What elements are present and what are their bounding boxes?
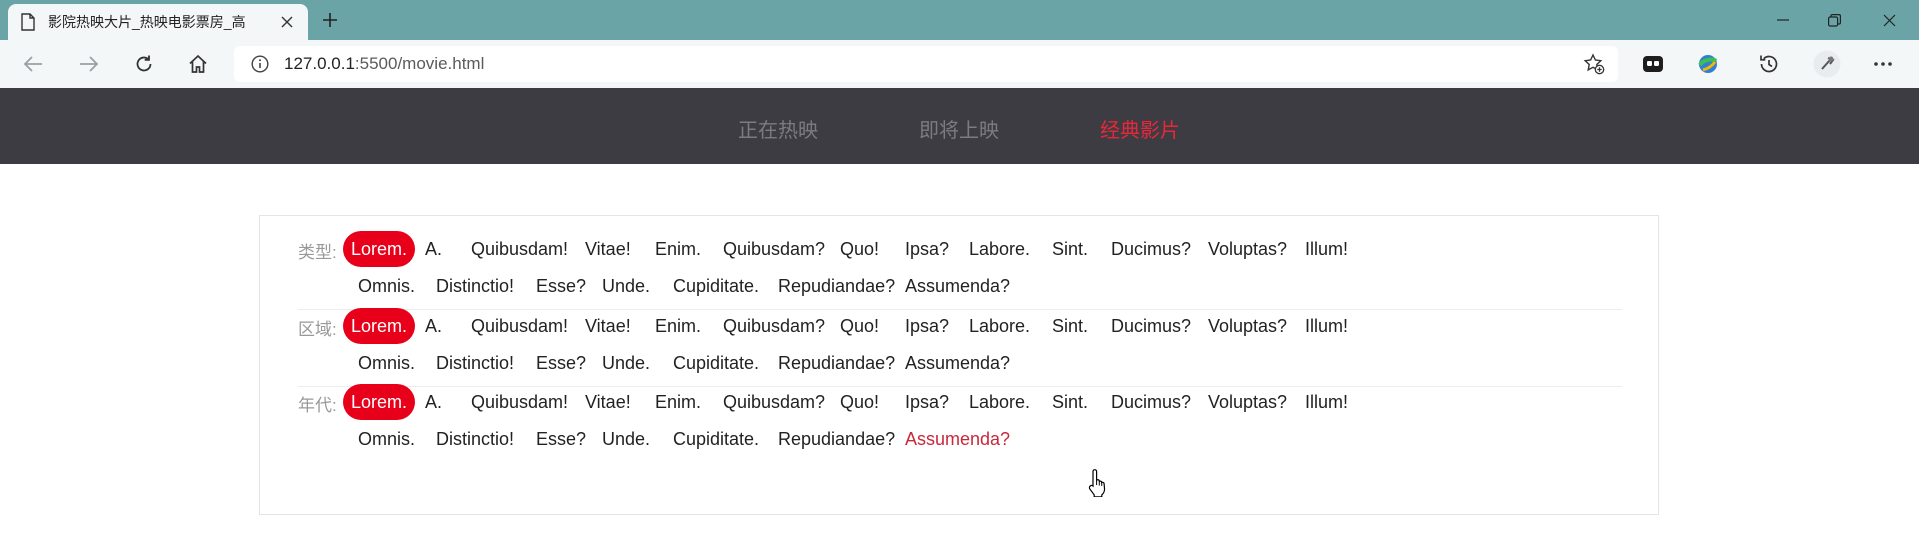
filter-option[interactable]: Ducimus?	[1103, 231, 1199, 267]
close-tab-icon[interactable]	[278, 13, 296, 31]
site-nav: 正在热映 即将上映 经典影片	[0, 88, 1919, 164]
filter-option[interactable]: Vitae!	[577, 384, 639, 420]
filter-panel: 类型: Lorem. A. Quibusdam! Vitae! Enim. Quibusda…	[259, 215, 1659, 515]
filter-option[interactable]: Unde.	[594, 421, 658, 457]
filter-option[interactable]: Labore.	[961, 308, 1038, 344]
filter-option[interactable]: Voluptas?	[1200, 384, 1295, 420]
filter-option[interactable]: Ipsa?	[897, 308, 957, 344]
refresh-icon[interactable]	[129, 49, 159, 79]
filter-option[interactable]: Voluptas?	[1200, 231, 1295, 267]
extension-icon[interactable]	[1638, 49, 1668, 79]
filter-option[interactable]: Repudiandae?	[770, 421, 903, 457]
profile-avatar-icon[interactable]	[1812, 49, 1842, 79]
filter-label: 区域:	[298, 320, 337, 339]
filter-option[interactable]: Lorem.	[343, 308, 416, 344]
filter-option[interactable]: Ducimus?	[1103, 308, 1199, 344]
nav-coming-soon[interactable]: 即将上映	[919, 114, 999, 143]
history-icon[interactable]	[1754, 49, 1784, 79]
filter-option[interactable]: Sint.	[1044, 308, 1096, 344]
filter-option[interactable]: Voluptas?	[1200, 308, 1295, 344]
filter-option[interactable]: A.	[417, 384, 450, 420]
add-favorite-icon[interactable]	[1582, 52, 1606, 76]
filter-option[interactable]: Ducimus?	[1103, 384, 1199, 420]
filter-option[interactable]: Sint.	[1044, 231, 1096, 267]
filter-option[interactable]: Vitae!	[577, 231, 639, 267]
filter-option[interactable]: Quo!	[832, 231, 887, 267]
page-icon	[20, 13, 36, 31]
filter-option[interactable]: Cupiditate.	[665, 421, 767, 457]
filter-option[interactable]: Enim.	[647, 308, 709, 344]
filter-option[interactable]: Vitae!	[577, 308, 639, 344]
browser-titlebar: 影院热映大片_热映电影票房_高	[0, 0, 1919, 40]
tab-title: 影院热映大片_热映电影票房_高	[48, 14, 246, 30]
restore-icon[interactable]	[1805, 0, 1863, 40]
filter-option[interactable]: Omnis.	[350, 421, 423, 457]
filter-option[interactable]: Ipsa?	[897, 384, 957, 420]
filter-option[interactable]: A.	[417, 308, 450, 344]
filter-option[interactable]: Quo!	[832, 308, 887, 344]
address-bar[interactable]: 127.0.0.1:5500/movie.html	[234, 46, 1618, 82]
minimize-icon[interactable]	[1754, 0, 1812, 40]
forward-icon[interactable]	[74, 49, 104, 79]
filter-option[interactable]: Quibusdam?	[715, 308, 833, 344]
filter-option[interactable]: Quibusdam!	[463, 308, 576, 344]
filter-option[interactable]: A.	[417, 231, 450, 267]
filter-option[interactable]: Lorem.	[343, 231, 416, 267]
filter-option[interactable]: Sint.	[1044, 384, 1096, 420]
back-icon[interactable]	[18, 49, 48, 79]
filter-option[interactable]: Quo!	[832, 384, 887, 420]
home-icon[interactable]	[183, 49, 213, 79]
filter-option[interactable]: Quibusdam?	[715, 384, 833, 420]
url-host: 127.0.0.1	[284, 54, 355, 73]
browser-tab[interactable]: 影院热映大片_热映电影票房_高	[8, 4, 308, 40]
filter-option[interactable]: Esse?	[528, 421, 594, 457]
close-window-icon[interactable]	[1860, 0, 1918, 40]
nav-now-playing[interactable]: 正在热映	[738, 114, 818, 143]
url-text[interactable]: 127.0.0.1:5500/movie.html	[284, 54, 484, 74]
filter-option[interactable]: Labore.	[961, 231, 1038, 267]
filter-option[interactable]: Enim.	[647, 231, 709, 267]
filter-option[interactable]: Lorem.	[343, 384, 416, 420]
filter-option[interactable]: Illum!	[1297, 308, 1356, 344]
site-info-icon[interactable]	[250, 54, 270, 74]
hand-cursor-icon	[1086, 469, 1110, 498]
nav-classic-films[interactable]: 经典影片	[1100, 114, 1180, 143]
filter-option[interactable]: Distinctio!	[428, 421, 522, 457]
downloader-extension-icon[interactable]	[1693, 49, 1723, 79]
filter-label: 类型:	[298, 243, 337, 262]
filter-option[interactable]: Illum!	[1297, 231, 1356, 267]
filter-row-era: 年代: Lorem. A. Quibusdam! Vitae! Enim. Quibusda…	[298, 369, 1622, 463]
filter-option[interactable]: Enim.	[647, 384, 709, 420]
browser-toolbar: 127.0.0.1:5500/movie.html	[0, 40, 1919, 88]
filter-option[interactable]: Labore.	[961, 384, 1038, 420]
filter-option[interactable]: Ipsa?	[897, 231, 957, 267]
filter-label: 年代:	[298, 396, 337, 415]
filter-option[interactable]: Quibusdam!	[463, 384, 576, 420]
new-tab-icon[interactable]	[318, 8, 342, 32]
filter-option[interactable]: Illum!	[1297, 384, 1356, 420]
filter-option[interactable]: Assumenda?	[897, 421, 1018, 457]
url-path: :5500/movie.html	[354, 54, 485, 73]
filter-option[interactable]: Quibusdam?	[715, 231, 833, 267]
filter-option[interactable]: Quibusdam!	[463, 231, 576, 267]
more-menu-icon[interactable]	[1868, 49, 1898, 79]
